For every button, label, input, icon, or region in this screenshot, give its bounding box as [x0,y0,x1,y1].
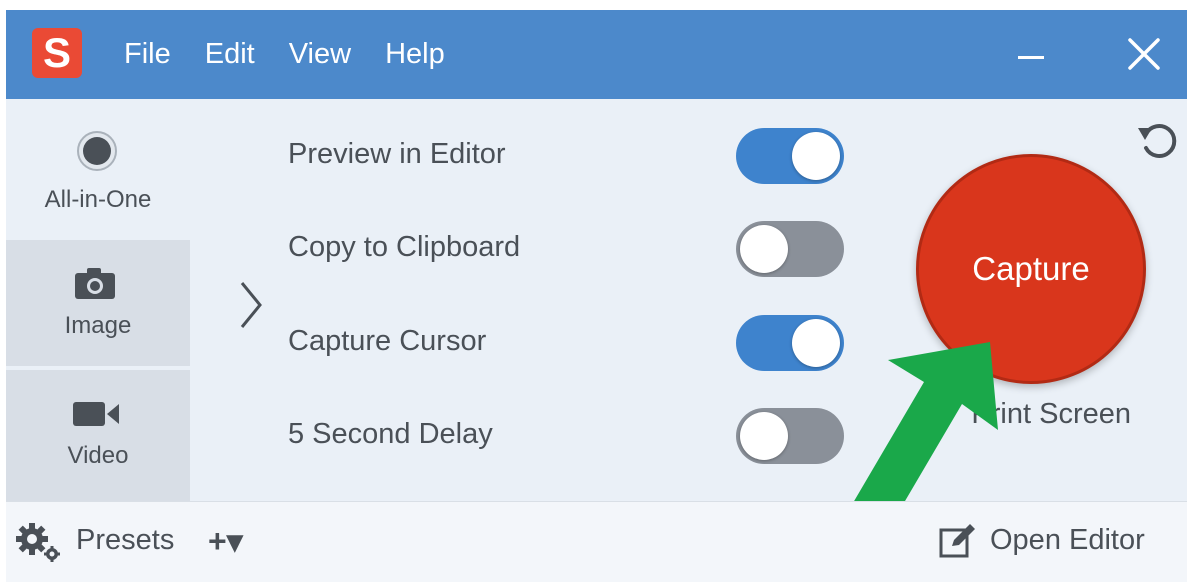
option-capture-cursor-label: Capture Cursor [288,325,487,357]
record-icon [77,131,117,171]
option-copy-to-clipboard-label: Copy to Clipboard [288,231,521,263]
camera-icon [75,268,115,299]
5-second-delay-toggle[interactable] [736,408,844,464]
expand-chevron-icon[interactable] [238,280,264,330]
option-5-second-delay-label: 5 Second Delay [288,418,493,450]
gear-icon[interactable] [16,522,62,562]
reset-icon[interactable] [1136,118,1180,162]
toggle-knob [792,132,840,180]
edit-icon[interactable] [938,522,976,560]
menu-edit[interactable]: Edit [205,38,255,71]
sidebar-item-label: Video [67,442,129,469]
toggle-knob [792,319,840,367]
app-logo: S [32,28,82,78]
sidebar-item-label: Image [64,312,132,339]
sidebar-item-video[interactable]: Video [6,370,190,501]
bottom-bar: Presets +▾ Open Editor [6,501,1187,582]
option-preview-in-editor-label: Preview in Editor [288,138,506,170]
presets-label[interactable]: Presets [76,524,174,557]
snagit-capture-window: S File Edit View Help All-in-One Image V… [6,10,1187,582]
copy-to-clipboard-toggle[interactable] [736,221,844,277]
menu-file[interactable]: File [124,38,171,71]
close-icon[interactable] [1124,34,1164,74]
sidebar-item-all-in-one[interactable]: All-in-One [6,100,190,240]
open-editor-button[interactable]: Open Editor [990,524,1145,557]
video-camera-icon [73,402,119,426]
toggle-knob [740,225,788,273]
menu-help[interactable]: Help [385,38,445,71]
capture-cursor-toggle[interactable] [736,315,844,371]
sidebar-item-image[interactable]: Image [6,240,190,366]
preview-in-editor-toggle[interactable] [736,128,844,184]
toggle-knob [740,412,788,460]
minimize-icon[interactable] [1018,56,1044,59]
add-preset-button[interactable]: +▾ [208,522,243,560]
sidebar-item-label: All-in-One [44,186,152,213]
menu-view[interactable]: View [289,38,351,71]
menu-bar: File Edit View Help [124,10,479,99]
title-bar: S File Edit View Help [6,10,1187,99]
